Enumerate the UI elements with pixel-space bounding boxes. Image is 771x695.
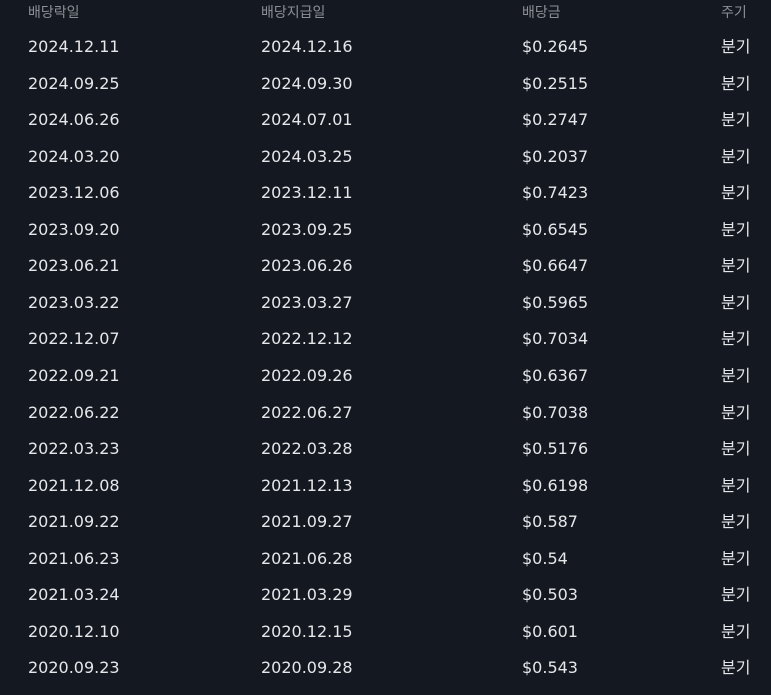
cell-pay-date: 2024.12.16 (261, 37, 353, 56)
cell-cycle: 분기 (721, 621, 751, 641)
cell-cycle: 분기 (721, 658, 751, 678)
cell-amount: $0.2037 (522, 146, 589, 166)
cell-ex-date: 2022.12.07 (28, 329, 120, 349)
cell-amount: $0.6647 (522, 256, 589, 276)
cell-cycle: 분기 (721, 329, 751, 349)
table-row: 2021.12.08 2021.12.13 $0.6198 분기 (0, 467, 771, 504)
cell-pay-date: 2023.09.25 (261, 219, 353, 239)
cell-cycle: 분기 (721, 512, 751, 532)
table-row: 2020.09.23 2020.09.28 $0.543 분기 (0, 649, 771, 686)
cell-amount: $0.5176 (522, 439, 589, 459)
cell-amount: $0.503 (522, 585, 578, 605)
cell-ex-date: 2021.09.22 (28, 512, 120, 532)
header-amount: 배당금 (522, 5, 561, 21)
cell-pay-date: 2024.09.30 (261, 73, 353, 93)
cell-ex-date: 2020.12.10 (28, 621, 120, 641)
cell-amount: $0.54 (522, 548, 568, 568)
cell-amount: $0.7034 (522, 329, 589, 349)
table-row: 2024.06.26 2024.07.01 $0.2747 분기 (0, 101, 771, 138)
cell-amount: $0.7423 (522, 183, 589, 203)
cell-pay-date: 2021.03.29 (261, 585, 353, 605)
header-cycle: 주기 (721, 5, 747, 21)
table-row: 2021.03.24 2021.03.29 $0.503 분기 (0, 576, 771, 613)
cell-amount: $0.543 (522, 658, 578, 678)
table-row: 2022.03.23 2022.03.28 $0.5176 분기 (0, 430, 771, 467)
cell-ex-date: 2022.09.21 (28, 365, 120, 385)
cell-amount: $0.2645 (522, 37, 589, 56)
cell-pay-date: 2021.09.27 (261, 512, 353, 532)
header-pay-date: 배당지급일 (261, 5, 326, 21)
cell-cycle: 분기 (721, 402, 751, 422)
cell-amount: $0.2515 (522, 73, 589, 93)
table-row: 2023.12.06 2023.12.11 $0.7423 분기 (0, 174, 771, 211)
cell-cycle: 분기 (721, 475, 751, 495)
cell-amount: $0.587 (522, 512, 578, 532)
table-row: 2024.03.20 2024.03.25 $0.2037 분기 (0, 138, 771, 175)
cell-pay-date: 2022.09.26 (261, 365, 353, 385)
table-row: 2022.09.21 2022.09.26 $0.6367 분기 (0, 357, 771, 394)
cell-pay-date: 2022.12.12 (261, 329, 353, 349)
cell-ex-date: 2023.06.21 (28, 256, 120, 276)
cell-pay-date: 2024.03.25 (261, 146, 353, 166)
cell-cycle: 분기 (721, 183, 751, 203)
table-row: 2023.03.22 2023.03.27 $0.5965 분기 (0, 284, 771, 321)
table-row: 2022.12.07 2022.12.12 $0.7034 분기 (0, 320, 771, 357)
table-row: 2023.09.20 2023.09.25 $0.6545 분기 (0, 211, 771, 248)
cell-cycle: 분기 (721, 73, 751, 93)
header-ex-date: 배당락일 (28, 5, 80, 21)
cell-ex-date: 2024.12.11 (28, 37, 120, 56)
cell-pay-date: 2023.12.11 (261, 183, 353, 203)
table-row: 2022.06.22 2022.06.27 $0.7038 분기 (0, 394, 771, 431)
cell-amount: $0.2747 (522, 110, 589, 130)
cell-cycle: 분기 (721, 365, 751, 385)
cell-cycle: 분기 (721, 548, 751, 568)
cell-ex-date: 2021.03.24 (28, 585, 120, 605)
cell-pay-date: 2023.06.26 (261, 256, 353, 276)
cell-ex-date: 2023.03.22 (28, 292, 120, 312)
cell-pay-date: 2022.03.28 (261, 439, 353, 459)
cell-cycle: 분기 (721, 219, 751, 239)
table-row: 2020.12.10 2020.12.15 $0.601 분기 (0, 613, 771, 650)
cell-ex-date: 2024.09.25 (28, 73, 120, 93)
cell-cycle: 분기 (721, 439, 751, 459)
cell-cycle: 분기 (721, 110, 751, 130)
dividend-history-table: 배당락일 배당지급일 배당금 주기 2024.12.11 2024.12.16 $0… (0, 0, 771, 695)
table-row: 2021.09.22 2021.09.27 $0.587 분기 (0, 503, 771, 540)
table-row: 2024.09.25 2024.09.30 $0.2515 분기 (0, 65, 771, 102)
cell-ex-date: 2024.03.20 (28, 146, 120, 166)
cell-ex-date: 2020.09.23 (28, 658, 120, 678)
cell-amount: $0.5965 (522, 292, 589, 312)
cell-cycle: 분기 (721, 292, 751, 312)
table-header: 배당락일 배당지급일 배당금 주기 (0, 0, 771, 26)
cell-amount: $0.6367 (522, 365, 589, 385)
cell-pay-date: 2021.12.13 (261, 475, 353, 495)
cell-cycle: 분기 (721, 585, 751, 605)
cell-pay-date: 2021.06.28 (261, 548, 353, 568)
cell-cycle: 분기 (721, 146, 751, 166)
cell-pay-date: 2023.03.27 (261, 292, 353, 312)
cell-amount: $0.601 (522, 621, 578, 641)
cell-ex-date: 2023.12.06 (28, 183, 120, 203)
cell-ex-date: 2022.03.23 (28, 439, 120, 459)
cell-amount: $0.7038 (522, 402, 589, 422)
table-row: 2023.06.21 2023.06.26 $0.6647 분기 (0, 247, 771, 284)
cell-ex-date: 2021.06.23 (28, 548, 120, 568)
cell-amount: $0.6198 (522, 475, 589, 495)
cell-pay-date: 2020.12.15 (261, 621, 353, 641)
cell-ex-date: 2022.06.22 (28, 402, 120, 422)
cell-ex-date: 2021.12.08 (28, 475, 120, 495)
cell-amount: $0.6545 (522, 219, 589, 239)
cell-pay-date: 2022.06.27 (261, 402, 353, 422)
cell-pay-date: 2020.09.28 (261, 658, 353, 678)
cell-cycle: 분기 (721, 256, 751, 276)
cell-ex-date: 2023.09.20 (28, 219, 120, 239)
cell-ex-date: 2024.06.26 (28, 110, 120, 130)
table-row: 2024.12.11 2024.12.16 $0.2645 분기 (0, 28, 771, 65)
table-row: 2021.06.23 2021.06.28 $0.54 분기 (0, 540, 771, 577)
cell-cycle: 분기 (721, 37, 751, 56)
cell-pay-date: 2024.07.01 (261, 110, 353, 130)
